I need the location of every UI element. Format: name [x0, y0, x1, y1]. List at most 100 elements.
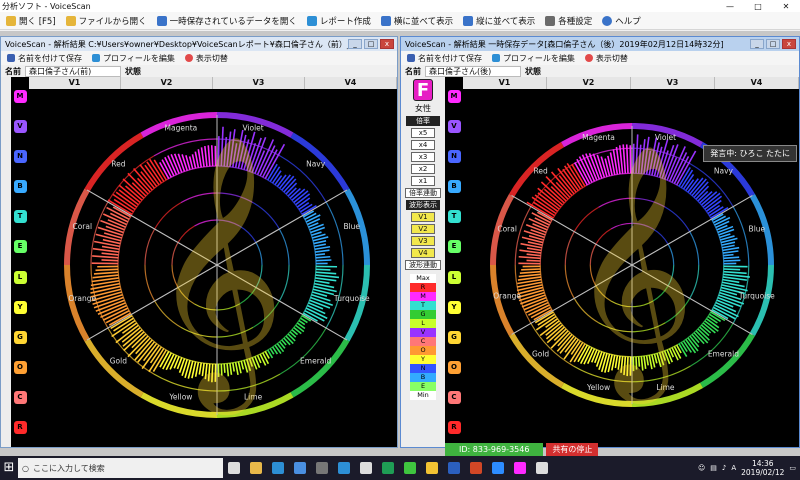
report-label: レポート作成	[319, 16, 371, 27]
file-open-button[interactable]: ファイルから開く	[62, 13, 151, 29]
vheader-v2[interactable]: V2	[121, 77, 213, 89]
windows-start-icon[interactable]: ⊞	[0, 456, 18, 480]
save-as-button[interactable]: 名前を付けて保存	[5, 50, 84, 66]
word-taskbar-button[interactable]	[443, 456, 465, 480]
spectrum-bar-orange	[93, 271, 119, 275]
wave-link-button[interactable]: 波形連動	[405, 260, 441, 270]
app-title: 分析ソフト - VoiceScan	[2, 1, 91, 11]
vheader-v3[interactable]: V3	[213, 77, 305, 89]
vheader-v4[interactable]: V4	[305, 77, 397, 89]
edit-profile-label: プロフィールを編集	[103, 53, 175, 63]
wave-v3-button[interactable]: V3	[411, 236, 435, 246]
report-button[interactable]: レポート作成	[303, 13, 375, 29]
task-view-taskbar-button[interactable]	[223, 456, 245, 480]
taskbar-search[interactable]: ○ ここに入力して検索	[18, 458, 223, 478]
temp-data-button[interactable]: 一時保存されているデータを開く	[153, 13, 301, 29]
legend-item: C	[410, 337, 436, 346]
magnify-link-button[interactable]: 倍率連動	[405, 188, 441, 198]
window-body: MVNBTELYGOCR V1 V2 V3 V4 Red Magenta Viole…	[1, 77, 397, 447]
status-label: 状態	[125, 66, 141, 76]
spectrum-bar-orange	[92, 274, 119, 279]
help-button[interactable]: ヘルプ	[598, 13, 645, 29]
window-maximize-button[interactable]: □	[364, 39, 378, 49]
strip-e: E	[13, 240, 27, 254]
stop-share-button[interactable]: 共有の停止	[546, 443, 599, 456]
sector-label-emerald: Emerald	[300, 357, 331, 366]
explorer-taskbar-button[interactable]	[245, 456, 267, 480]
sector-label-emerald: Emerald	[708, 349, 739, 358]
window-close-button[interactable]: x	[782, 39, 796, 49]
vheader-v2[interactable]: V2	[547, 77, 631, 89]
tile-horizontal-button[interactable]: 横に並べて表示	[377, 13, 457, 29]
save-as-button[interactable]: 名前を付けて保存	[405, 50, 484, 66]
open-button[interactable]: 開く [F5]	[2, 13, 60, 29]
edit-profile-button[interactable]: プロフィールを編集	[90, 50, 177, 66]
network-icon[interactable]: ▤	[710, 464, 717, 472]
minimize-button[interactable]: —	[716, 2, 744, 11]
window-maximize-button[interactable]: □	[766, 39, 780, 49]
maximize-button[interactable]: □	[744, 2, 772, 11]
mail-taskbar-button[interactable]	[355, 456, 377, 480]
ring-arc	[514, 206, 532, 266]
window-minimize-button[interactable]: _	[750, 39, 764, 49]
spectrum-bar-coral	[518, 255, 541, 260]
volume-icon[interactable]: ♪	[722, 464, 726, 472]
window-minimize-button[interactable]: _	[348, 39, 362, 49]
strip-g: G	[447, 330, 461, 344]
voicescan-taskbar-button[interactable]	[509, 456, 531, 480]
spectrum-bar-turquoise	[311, 294, 331, 302]
wave-v2-button[interactable]: V2	[411, 224, 435, 234]
taskbar-apps	[223, 456, 553, 480]
toggle-view-button[interactable]: 表示切替	[183, 50, 230, 66]
store-taskbar-button[interactable]	[289, 456, 311, 480]
window-close-button[interactable]: x	[380, 39, 394, 49]
wave-v1-button[interactable]: V1	[411, 212, 435, 222]
spectrum-bar-red	[115, 191, 138, 208]
tile-vertical-button[interactable]: 縦に並べて表示	[459, 13, 539, 29]
close-button[interactable]: ✕	[772, 2, 800, 11]
voice-header: V1 V2 V3 V4	[463, 77, 799, 89]
legend-item: T	[410, 301, 436, 310]
clock-time: 14:36	[751, 459, 774, 468]
word-icon	[448, 462, 460, 474]
notification-icon[interactable]: ▭	[789, 464, 796, 472]
calculator-taskbar-button[interactable]	[311, 456, 333, 480]
vheader-v4[interactable]: V4	[715, 77, 799, 89]
vheader-v3[interactable]: V3	[631, 77, 715, 89]
zoom-taskbar-button[interactable]	[487, 456, 509, 480]
people-icon[interactable]: ☺	[698, 464, 705, 472]
window-controls: _ □ x	[348, 39, 397, 49]
spectrum-bar-coral	[526, 253, 541, 257]
excel-taskbar-button[interactable]	[377, 456, 399, 480]
line-taskbar-button[interactable]	[399, 456, 421, 480]
magnify-x2-button[interactable]: x2	[411, 164, 435, 174]
vheader-v1[interactable]: V1	[463, 77, 547, 89]
wave-v4-button[interactable]: V4	[411, 248, 435, 258]
edge-taskbar-button[interactable]	[267, 456, 289, 480]
chrome-icon	[426, 462, 438, 474]
app-root: 分析ソフト - VoiceScan — □ ✕ 開く [F5] ファイルから開く…	[0, 0, 800, 480]
strip-t: T	[447, 210, 461, 224]
profile-icon	[492, 54, 500, 62]
chat-taskbar-button[interactable]	[531, 456, 553, 480]
magnify-x5-button[interactable]: x5	[411, 128, 435, 138]
strip-l: L	[447, 270, 461, 284]
settings-button[interactable]: 各種設定	[541, 13, 596, 29]
clock[interactable]: 14:36 2019/02/12	[741, 459, 784, 477]
spectrum-bar-turquoise	[723, 270, 747, 275]
spectrum-bar-blue	[722, 246, 740, 252]
vheader-v1[interactable]: V1	[29, 77, 121, 89]
magnify-x4-button[interactable]: x4	[411, 140, 435, 150]
magnify-x3-button[interactable]: x3	[411, 152, 435, 162]
app-titlebar: 分析ソフト - VoiceScan — □ ✕	[0, 0, 800, 12]
spectrum-bar-coral	[92, 255, 119, 259]
magnify-x1-button[interactable]: x1	[411, 176, 435, 186]
ime-indicator[interactable]: A	[731, 464, 736, 472]
edit-profile-button[interactable]: プロフィールを編集	[490, 50, 577, 66]
window-title: VoiceScan - 解析結果 C:¥Users¥owner¥Desktop¥…	[5, 39, 348, 49]
powerpoint-taskbar-button[interactable]	[465, 456, 487, 480]
window-title: VoiceScan - 解析結果 一時保存データ[森口倫子さん（後）2019年0…	[405, 39, 724, 49]
toggle-view-button[interactable]: 表示切替	[583, 50, 630, 66]
chrome-taskbar-button[interactable]	[421, 456, 443, 480]
ie-taskbar-button[interactable]	[333, 456, 355, 480]
